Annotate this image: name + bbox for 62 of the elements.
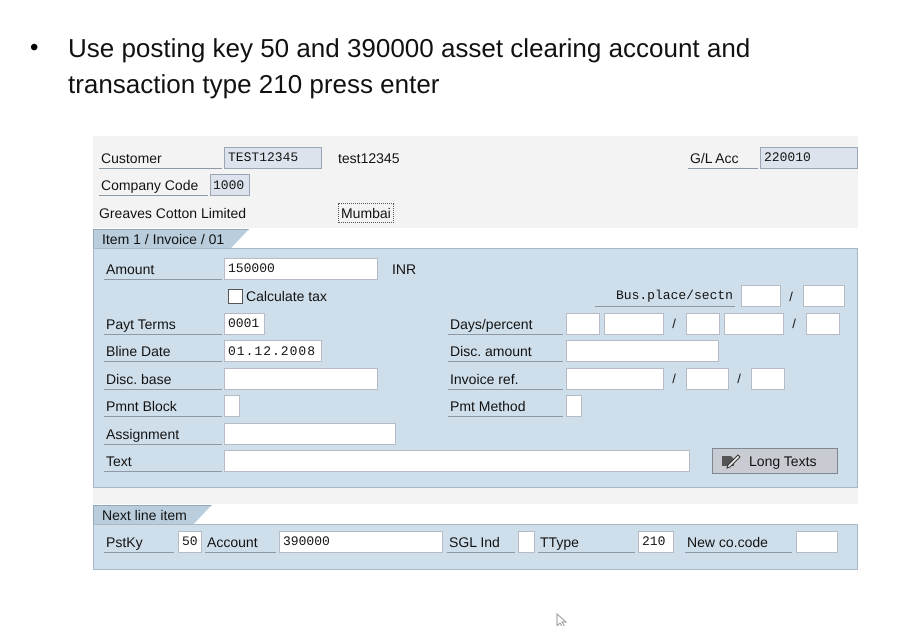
currency-text: INR	[392, 260, 416, 277]
invoice-ref-field[interactable]	[751, 368, 785, 390]
field-label: PstKy	[104, 530, 174, 553]
field-label: Payt Terms	[104, 312, 222, 335]
discount-base-field[interactable]	[224, 368, 378, 390]
field-label: Customer	[99, 146, 222, 169]
field-label: Pmt Method	[448, 395, 563, 418]
invoice-ref-field[interactable]	[566, 368, 664, 390]
amount-field[interactable]: 150000	[224, 258, 378, 280]
field-label: Bus.place/sectn	[595, 285, 735, 308]
text-field[interactable]	[224, 450, 690, 472]
invoice-ref-field[interactable]	[686, 368, 729, 390]
assignment-field[interactable]	[224, 422, 396, 445]
baseline-date-field[interactable]: 01.12.2008	[224, 340, 322, 362]
field-label: Account	[205, 530, 276, 553]
field-label: Days/percent	[448, 312, 563, 335]
new-company-code-field[interactable]	[796, 530, 838, 553]
gl-account-field[interactable]: 220010	[760, 146, 858, 169]
company-code-field[interactable]: 1000	[210, 174, 250, 196]
payment-block-field[interactable]	[224, 395, 240, 418]
section-field[interactable]	[803, 285, 845, 308]
field-label: Disc. base	[104, 368, 222, 390]
customer-name: test12345	[338, 150, 400, 166]
field-label: SGL Ind	[447, 530, 515, 553]
sgl-indicator-field[interactable]	[518, 530, 535, 553]
separator: /	[671, 316, 677, 332]
customer-field[interactable]: TEST12345	[224, 146, 322, 169]
days-field[interactable]	[686, 312, 720, 335]
transaction-type-field[interactable]: 210	[638, 530, 674, 553]
days-field[interactable]	[566, 312, 600, 335]
field-label: New co.code	[685, 530, 792, 553]
separator: /	[791, 316, 797, 332]
field-label: Pmnt Block	[104, 395, 222, 418]
city-text: Mumbai	[338, 202, 394, 223]
payment-terms-field[interactable]: 0001	[224, 312, 265, 335]
field-label: Text	[104, 450, 222, 472]
pencil-icon	[721, 453, 741, 470]
field-label: Bline Date	[104, 340, 222, 362]
long-texts-button[interactable]: Long Texts	[712, 448, 838, 474]
percent-field[interactable]	[724, 312, 784, 335]
field-label: Company Code	[99, 174, 208, 196]
separator: /	[671, 371, 677, 386]
bullet: •	[30, 33, 40, 63]
field-label: G/L Acc	[688, 146, 758, 169]
account-field[interactable]: 390000	[279, 530, 443, 553]
percent-field[interactable]	[604, 312, 664, 335]
payment-method-field[interactable]	[566, 395, 582, 418]
days-field[interactable]	[806, 312, 840, 335]
business-place-field[interactable]	[741, 285, 781, 308]
separator: /	[736, 371, 742, 386]
field-label: Amount	[104, 258, 222, 280]
separator: /	[788, 288, 794, 304]
discount-amount-field[interactable]	[566, 340, 719, 362]
field-label: Assignment	[104, 422, 222, 445]
checkbox[interactable]	[228, 288, 243, 304]
field-label: TType	[538, 530, 635, 553]
instruction-text: Use posting key 50 and 390000 asset clearing account and transaction type 210 press enter	[68, 32, 752, 101]
posting-key-field[interactable]: 50	[178, 530, 202, 553]
field-label: Invoice ref.	[448, 368, 563, 390]
field-label: Disc. amount	[448, 340, 563, 362]
company-name: Greaves Cotton Limited	[99, 204, 248, 221]
checkbox-label: Calculate tax	[246, 288, 327, 304]
